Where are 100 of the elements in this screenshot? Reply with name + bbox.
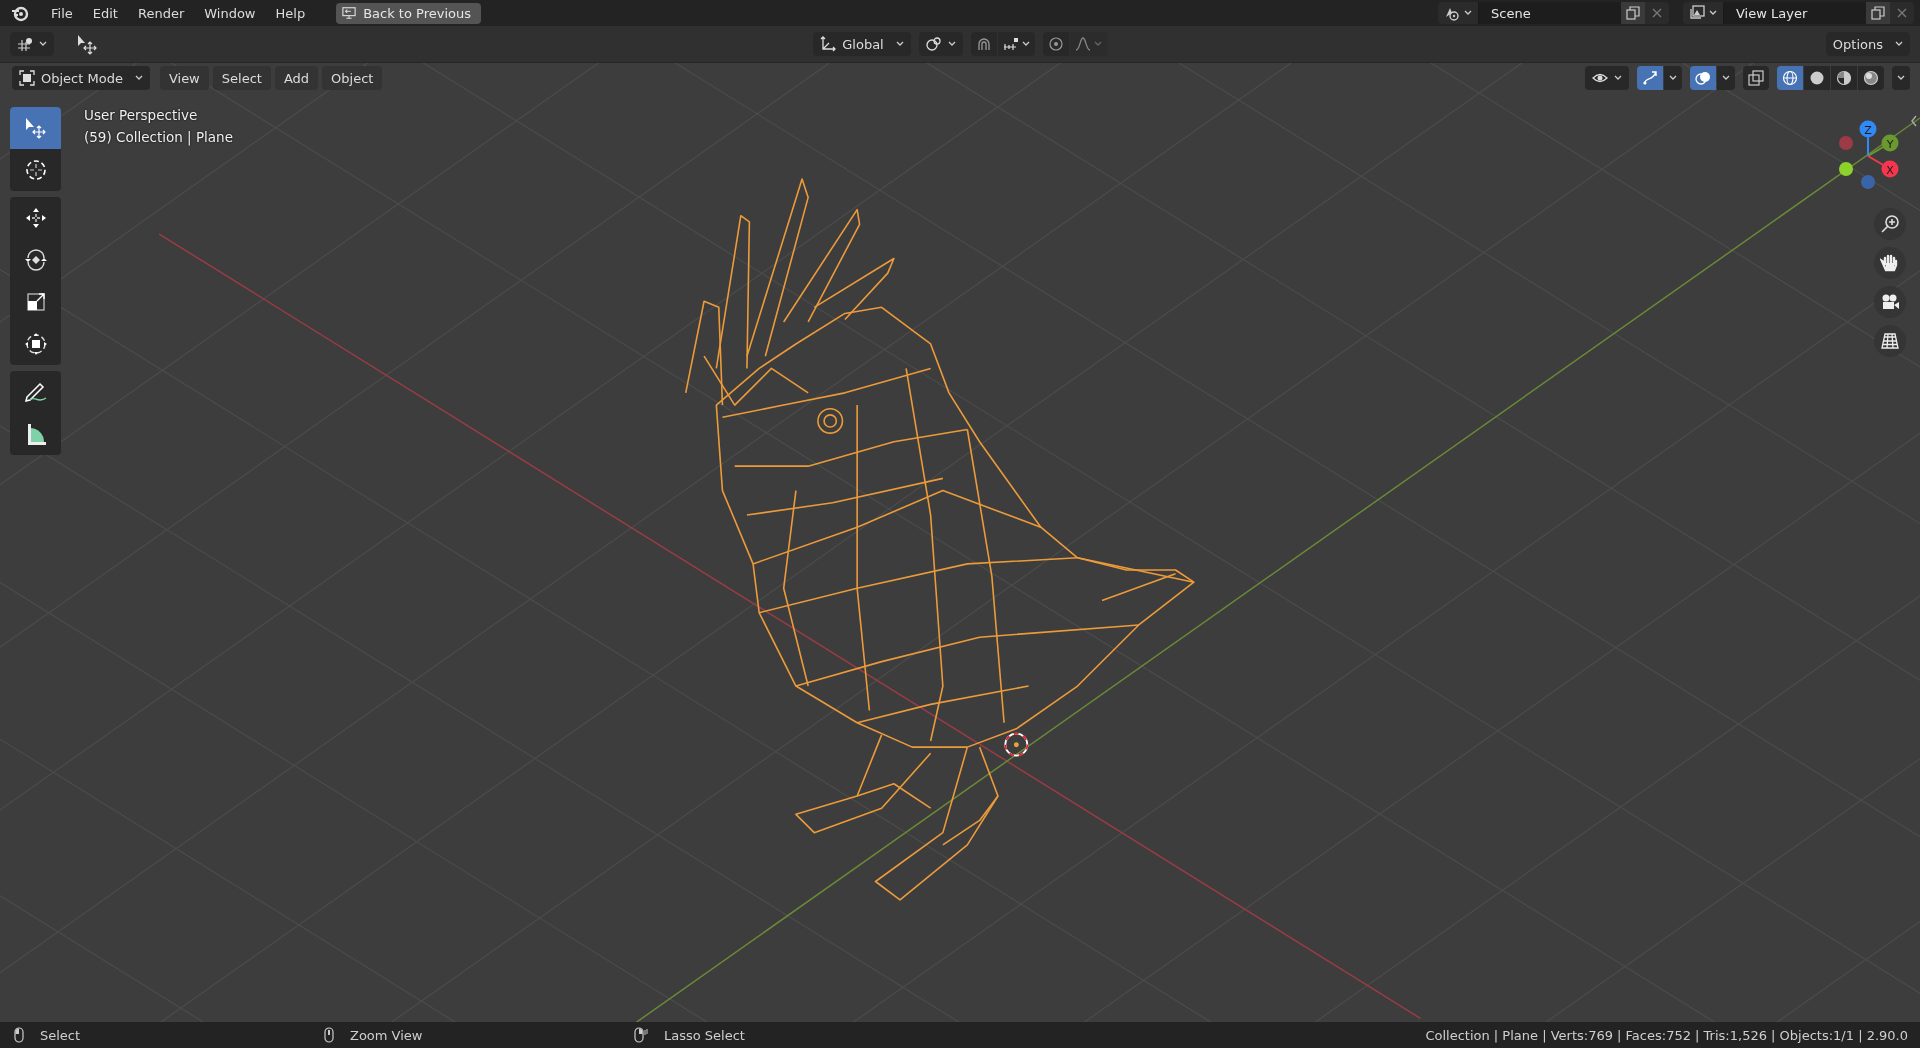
mouse-middle-icon — [324, 1027, 334, 1043]
transform-icon — [23, 332, 48, 356]
cube-select-icon — [19, 70, 35, 86]
squares-icon — [1748, 70, 1764, 86]
target-icon — [1047, 36, 1064, 52]
shaded-sphere-icon — [1863, 70, 1879, 86]
hand-icon — [1880, 253, 1900, 273]
solid-sphere-icon — [1809, 70, 1825, 86]
overlays-dropdown[interactable] — [1717, 66, 1735, 90]
falloff-dropdown[interactable] — [1069, 32, 1107, 56]
select-tool-icon[interactable] — [76, 33, 98, 55]
chevron-icon — [947, 41, 956, 47]
axis-ball[interactable] — [1859, 120, 1877, 138]
monitor-icon — [342, 6, 357, 20]
status-hint: Lasso Select — [664, 1027, 745, 1043]
visibility-dropdown[interactable] — [1585, 66, 1629, 90]
menu-item[interactable]: Edit — [83, 2, 127, 24]
viewport-menu[interactable]: View — [159, 66, 209, 90]
select-box-icon — [23, 116, 48, 140]
view-name-label: User Perspective — [84, 107, 199, 123]
chevron-icon — [134, 75, 143, 81]
shading-options-dropdown[interactable] — [1892, 66, 1910, 90]
gizmo-dropdown[interactable] — [1664, 66, 1682, 90]
proportional-editing-toggle[interactable] — [1042, 32, 1069, 56]
axis-ball[interactable] — [1881, 160, 1899, 178]
mode-dropdown[interactable]: Object Mode — [12, 66, 150, 90]
close-icon — [1651, 7, 1663, 19]
curve-arrow-icon — [1642, 70, 1658, 86]
axis-label: Y — [1886, 137, 1894, 151]
viewport-menu[interactable]: Object — [322, 66, 383, 90]
view-layer-name-field[interactable]: View Layer — [1724, 2, 1866, 24]
chevron-icon — [1464, 10, 1472, 16]
axis-label: Z — [1864, 123, 1872, 137]
chevron-icon — [1895, 41, 1903, 47]
chevron-icon — [1669, 75, 1677, 81]
camera-view-button[interactable] — [1874, 286, 1906, 318]
pivot-point-dropdown[interactable] — [918, 32, 963, 56]
rotate-icon — [23, 248, 48, 272]
status-hint: Select — [40, 1027, 81, 1043]
mouse-left-icon — [14, 1027, 24, 1043]
chevron-icon — [39, 41, 47, 47]
duplicate-icon — [1626, 6, 1640, 20]
status-hint: Zoom View — [350, 1027, 423, 1043]
negative-axis-dot[interactable] — [1839, 136, 1853, 150]
menu-item[interactable]: Window — [195, 2, 265, 24]
magnet-icon — [975, 36, 992, 52]
axis-label: X — [1886, 163, 1894, 177]
chevron-icon — [1709, 10, 1717, 16]
chevron-icon — [1722, 75, 1730, 81]
xray-toggle[interactable] — [1743, 66, 1769, 90]
scene-name-field[interactable]: Scene — [1479, 2, 1621, 24]
zoom-button[interactable] — [1874, 208, 1906, 240]
grid-plane-icon — [1880, 331, 1900, 351]
3d-cursor-icon — [1004, 732, 1029, 757]
shading-mode-button[interactable] — [1804, 66, 1830, 90]
transform-affect-dropdown[interactable] — [10, 32, 54, 56]
menu-item[interactable]: Render — [128, 2, 194, 24]
axes-icon — [820, 36, 837, 52]
duplicate-icon — [1871, 6, 1885, 20]
shading-mode-button[interactable] — [1831, 66, 1857, 90]
scene-statistics: Collection | Plane | Verts:769 | Faces:752 | Tris:1,526 | Objects:1/1 | 2.90.0 — [1425, 1027, 1908, 1043]
close-icon — [1896, 7, 1908, 19]
zoom-icon — [1880, 214, 1900, 234]
snap-target-dropdown[interactable] — [997, 32, 1035, 56]
menu-item[interactable]: File — [42, 2, 82, 24]
chevron-icon — [1021, 41, 1030, 47]
chevron-icon — [1614, 75, 1622, 81]
viewport-menu[interactable]: Add — [274, 66, 319, 90]
mouse-right-drag-icon — [634, 1027, 648, 1043]
increment-icon — [1002, 36, 1019, 52]
snap-toggle[interactable] — [970, 32, 997, 56]
chevron-icon — [1093, 41, 1102, 47]
object-info-label: (59) Collection | Plane — [84, 129, 233, 145]
shading-mode-button[interactable] — [1858, 66, 1884, 90]
pencil-icon — [23, 380, 48, 404]
negative-axis-dot[interactable] — [1861, 175, 1875, 189]
transform-orientation-dropdown[interactable]: Global — [813, 32, 911, 56]
movie-camera-icon — [1880, 292, 1900, 312]
pan-button[interactable] — [1874, 247, 1906, 279]
image-stack-icon — [1689, 5, 1705, 21]
new-view-layer-button[interactable] — [1866, 2, 1890, 24]
chevron-icon — [1897, 75, 1905, 81]
axis-ball[interactable] — [1881, 134, 1899, 152]
overlapping-circles-icon — [1695, 70, 1711, 86]
shading-mode-button[interactable] — [1777, 66, 1803, 90]
viewport-menu[interactable]: Select — [212, 66, 271, 90]
back-to-previous-button[interactable]: Back to Previous — [336, 2, 481, 24]
options-dropdown[interactable]: Options — [1825, 32, 1910, 56]
grid-dot-icon — [17, 36, 33, 52]
overlays-toggle[interactable] — [1690, 66, 1716, 90]
menu-item[interactable]: Help — [266, 2, 315, 24]
wire-globe-icon — [1782, 70, 1798, 86]
linked-circles-icon — [925, 36, 942, 52]
gizmo-toggle[interactable] — [1637, 66, 1663, 90]
new-scene-button[interactable] — [1621, 2, 1645, 24]
curve-icon — [1074, 36, 1091, 52]
half-sphere-icon — [1836, 70, 1852, 86]
negative-axis-dot[interactable] — [1839, 162, 1853, 176]
perspective-toggle-button[interactable] — [1874, 325, 1906, 357]
chevron-icon — [895, 41, 904, 47]
